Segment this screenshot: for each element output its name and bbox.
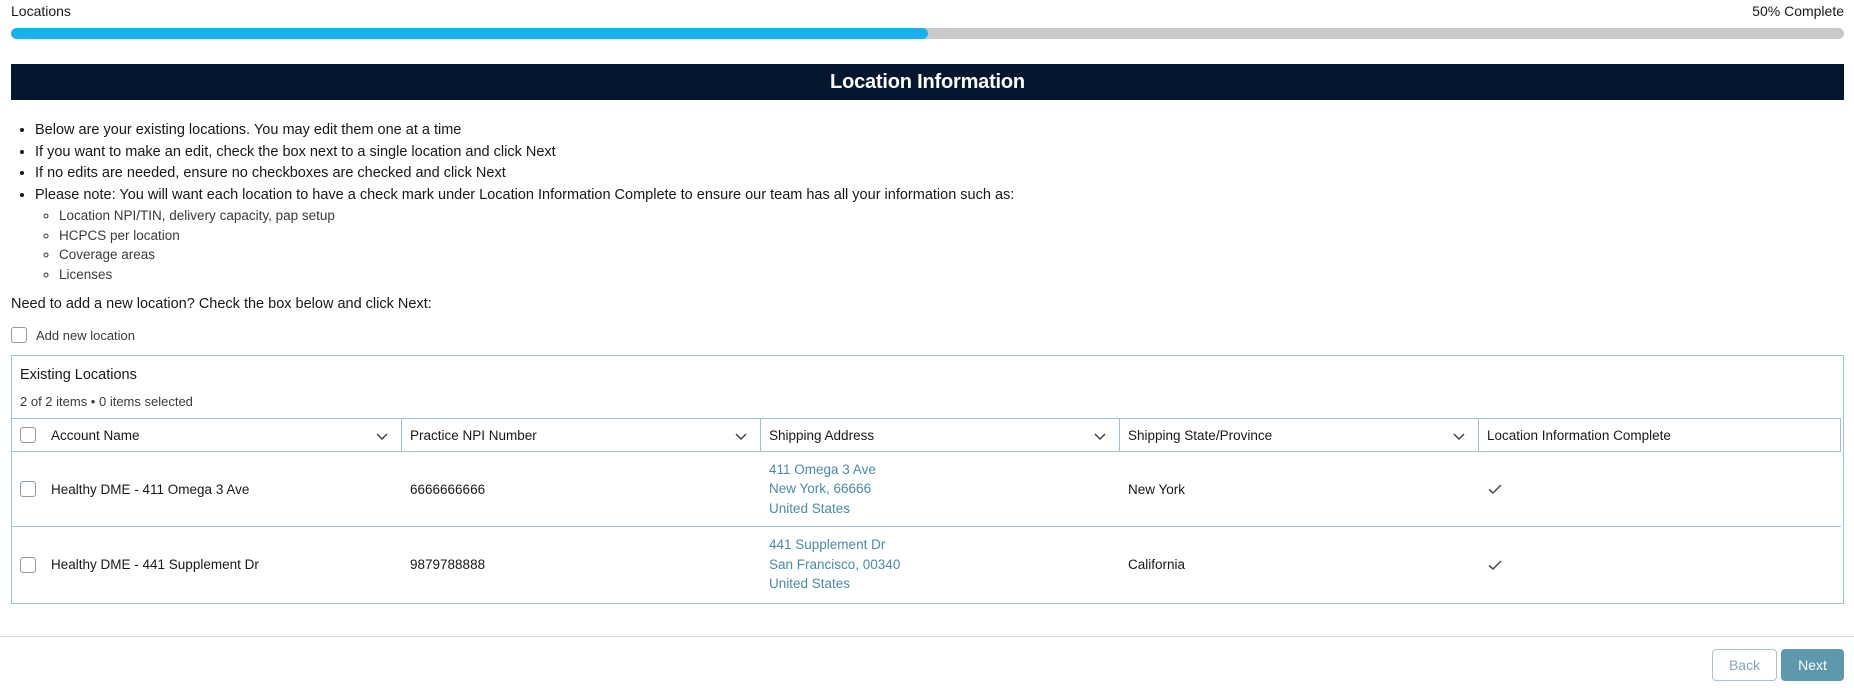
select-all-checkbox[interactable]: [20, 427, 36, 443]
shipping-address-cell: 441 Supplement Dr San Francisco, 00340 U…: [761, 527, 1120, 602]
chevron-down-icon[interactable]: [1452, 429, 1466, 443]
address-line: United States: [769, 576, 851, 592]
instruction-item: Below are your existing locations. You m…: [35, 120, 1835, 142]
address-line: San Francisco, 00340: [769, 556, 901, 572]
column-header-label: Shipping State/Province: [1128, 427, 1273, 443]
item-count: 2 of 2 items • 0 items selected: [20, 394, 193, 409]
next-button[interactable]: Next: [1781, 649, 1844, 681]
column-header-account-name[interactable]: Account Name: [43, 419, 402, 451]
instruction-item-text: Please note: You will want each location…: [35, 186, 1015, 203]
column-header-shipping-address[interactable]: Shipping Address: [761, 419, 1120, 451]
add-location-option[interactable]: Add new location: [11, 327, 135, 343]
section-title: Location Information: [830, 70, 1025, 93]
account-name-cell: Healthy DME - 441 Supplement Dr: [51, 557, 259, 572]
instruction-item: Please note: You will want each location…: [35, 185, 1835, 285]
instruction-item: If no edits are needed, ensure no checkb…: [35, 163, 1835, 185]
footer-divider: [0, 636, 1854, 637]
checkmark-icon: [1488, 484, 1502, 495]
header-checkbox-cell: [12, 419, 43, 451]
state-cell: New York: [1128, 481, 1186, 497]
column-header-label: Location Information Complete: [1487, 427, 1671, 443]
npi-cell: 6666666666: [410, 481, 486, 497]
checkmark-icon: [1488, 559, 1502, 570]
progress-section: Locations 50% Complete: [11, 0, 1844, 39]
add-location-checkbox[interactable]: [11, 327, 27, 343]
table-header-row: Account Name Practice NPI Number Shippin…: [12, 418, 1841, 452]
instruction-sub-item: HCPCS per location: [59, 226, 1835, 246]
column-header-label: Shipping Address: [769, 427, 875, 443]
instructions-list: Below are your existing locations. You m…: [35, 120, 1835, 284]
shipping-address-cell: 411 Omega 3 Ave New York, 66666 United S…: [761, 452, 1120, 526]
row-checkbox-cell: [12, 527, 43, 602]
progress-bar: [11, 28, 1844, 39]
instruction-sub-list: Location NPI/TIN, delivery capacity, pap…: [59, 206, 1835, 284]
row-checkbox[interactable]: [20, 556, 36, 573]
chevron-down-icon[interactable]: [734, 429, 748, 443]
section-banner: Location Information: [11, 64, 1844, 100]
complete-cell: [1479, 527, 1841, 602]
instruction-sub-item: Coverage areas: [59, 245, 1835, 265]
address-line: United States: [769, 500, 851, 516]
chevron-down-icon[interactable]: [375, 429, 389, 443]
address-line: 411 Omega 3 Ave: [769, 461, 876, 477]
column-header-shipping-state[interactable]: Shipping State/Province: [1120, 419, 1479, 451]
address-line: New York, 66666: [769, 481, 872, 497]
npi-cell: 9879788888: [410, 557, 486, 572]
back-button[interactable]: Back: [1712, 649, 1777, 681]
progress-status: 50% Complete: [1752, 3, 1844, 19]
column-header-label: Account Name: [51, 427, 140, 443]
existing-locations-card: Existing Locations 2 of 2 items • 0 item…: [11, 355, 1844, 604]
column-header-location-complete[interactable]: Location Information Complete: [1479, 419, 1841, 451]
account-name-cell: Healthy DME - 411 Omega 3 Ave: [51, 481, 250, 497]
add-location-label[interactable]: Add new location: [36, 328, 135, 343]
column-header-practice-npi[interactable]: Practice NPI Number: [402, 419, 761, 451]
column-header-label: Practice NPI Number: [410, 427, 537, 443]
locations-table: Account Name Practice NPI Number Shippin…: [12, 418, 1841, 602]
instruction-sub-item: Location NPI/TIN, delivery capacity, pap…: [59, 206, 1835, 226]
instruction-item: If you want to make an edit, check the b…: [35, 142, 1835, 164]
table-row[interactable]: Healthy DME - 411 Omega 3 Ave 6666666666…: [12, 452, 1841, 527]
table-row[interactable]: Healthy DME - 441 Supplement Dr 98797888…: [12, 527, 1841, 602]
row-checkbox[interactable]: [20, 481, 36, 497]
chevron-down-icon[interactable]: [1093, 429, 1107, 443]
complete-cell: [1479, 452, 1841, 526]
add-location-prompt: Need to add a new location? Check the bo…: [11, 296, 432, 312]
card-title: Existing Locations: [20, 367, 137, 383]
address-line: 441 Supplement Dr: [769, 537, 886, 553]
state-cell: California: [1128, 557, 1186, 572]
progress-label: Locations: [11, 3, 71, 19]
row-checkbox-cell: [12, 452, 43, 526]
instruction-sub-item: Licenses: [59, 265, 1835, 285]
progress-bar-fill: [11, 28, 928, 39]
